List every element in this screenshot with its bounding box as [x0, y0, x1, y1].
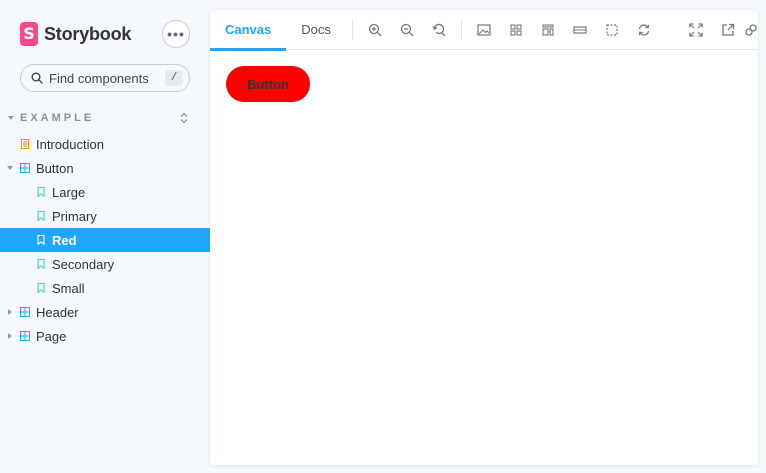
- tree-item-page[interactable]: Page: [0, 324, 210, 348]
- search-box[interactable]: /: [20, 64, 190, 92]
- open-new-tab-button[interactable]: [712, 10, 744, 50]
- ellipsis-icon: •••: [167, 26, 185, 42]
- bookmark-icon: [37, 211, 45, 221]
- search-shortcut-key: /: [165, 70, 183, 86]
- search-input[interactable]: [49, 70, 165, 86]
- tree-item-label: Button: [36, 160, 74, 176]
- outline-icon: [606, 23, 618, 36]
- component-tree: Introduction Button Large Primary Red Se…: [0, 132, 210, 348]
- tree-item-label: Introduction: [36, 136, 104, 152]
- zoom-in-button[interactable]: [359, 10, 391, 50]
- bookmark-icon: [37, 187, 45, 197]
- caret-right-icon: [8, 309, 12, 315]
- expand-collapse-icon[interactable]: [180, 112, 188, 124]
- tree-item-introduction[interactable]: Introduction: [0, 132, 210, 156]
- share-alt-icon: [722, 23, 735, 36]
- story-canvas: Button: [210, 50, 758, 465]
- grid-icon: [510, 23, 522, 36]
- tree-item-label: Primary: [52, 208, 97, 224]
- image-icon: [477, 23, 491, 36]
- caret-right-icon: [8, 333, 12, 339]
- fullscreen-icon: [689, 23, 703, 37]
- toolbar: Canvas Docs: [210, 10, 758, 51]
- zoom-reset-icon: [432, 23, 446, 36]
- fullscreen-button[interactable]: [680, 10, 712, 50]
- tree-item-primary[interactable]: Primary: [0, 204, 210, 228]
- tree-item-label: Large: [52, 184, 86, 200]
- caret-down-icon: [8, 116, 14, 120]
- component-icon: [20, 331, 30, 341]
- remount-button[interactable]: [628, 10, 660, 50]
- group-header-example[interactable]: EXAMPLE: [8, 110, 188, 126]
- viewport-button[interactable]: [532, 10, 564, 50]
- brand[interactable]: S Storybook: [20, 22, 131, 46]
- tab-docs[interactable]: Docs: [286, 10, 346, 50]
- toolbar-divider: [460, 19, 462, 40]
- viewport-icon: [542, 23, 554, 36]
- measure-button[interactable]: [564, 10, 596, 50]
- component-icon: [20, 307, 30, 317]
- ruler-icon: [573, 25, 587, 34]
- tree-item-small[interactable]: Small: [0, 276, 210, 300]
- search-icon: [31, 72, 43, 84]
- preview-panel: Canvas Docs Button: [210, 10, 758, 465]
- tree-item-label: Small: [52, 280, 85, 296]
- more-menu-button[interactable]: •••: [162, 20, 190, 48]
- bookmark-icon: [37, 235, 45, 245]
- tree-item-large[interactable]: Large: [0, 180, 210, 204]
- bookmark-icon: [37, 283, 45, 293]
- zoom-out-button[interactable]: [391, 10, 423, 50]
- tree-item-secondary[interactable]: Secondary: [0, 252, 210, 276]
- grid-button[interactable]: [500, 10, 532, 50]
- sidebar: S Storybook ••• / EXAMPLE: [0, 0, 210, 473]
- tree-item-label: Header: [36, 304, 79, 320]
- zoom-out-icon: [400, 23, 414, 36]
- storybook-logo-icon: S: [20, 22, 38, 46]
- tab-canvas[interactable]: Canvas: [210, 10, 287, 51]
- tree-item-label: Secondary: [52, 256, 115, 272]
- tree-item-label: Page: [36, 328, 67, 344]
- zoom-in-icon: [368, 23, 382, 36]
- component-icon: [20, 163, 30, 173]
- outline-button[interactable]: [596, 10, 628, 50]
- zoom-reset-button[interactable]: [423, 10, 455, 50]
- toolbar-divider: [351, 19, 353, 40]
- tree-item-header[interactable]: Header: [0, 300, 210, 324]
- brand-name: Storybook: [44, 23, 132, 44]
- tree-item-button[interactable]: Button: [0, 156, 210, 180]
- bookmark-icon: [37, 259, 45, 269]
- toolbar-right: [680, 10, 758, 50]
- link-icon: [745, 24, 757, 36]
- refresh-icon: [638, 23, 650, 36]
- copy-link-button[interactable]: [744, 10, 758, 50]
- caret-down-icon: [7, 166, 13, 170]
- background-button[interactable]: [468, 10, 500, 50]
- red-demo-button[interactable]: Button: [226, 66, 310, 102]
- document-icon: [21, 139, 29, 149]
- tree-item-red[interactable]: Red: [0, 228, 210, 252]
- tree-item-label: Red: [52, 232, 77, 248]
- group-label: EXAMPLE: [20, 112, 95, 124]
